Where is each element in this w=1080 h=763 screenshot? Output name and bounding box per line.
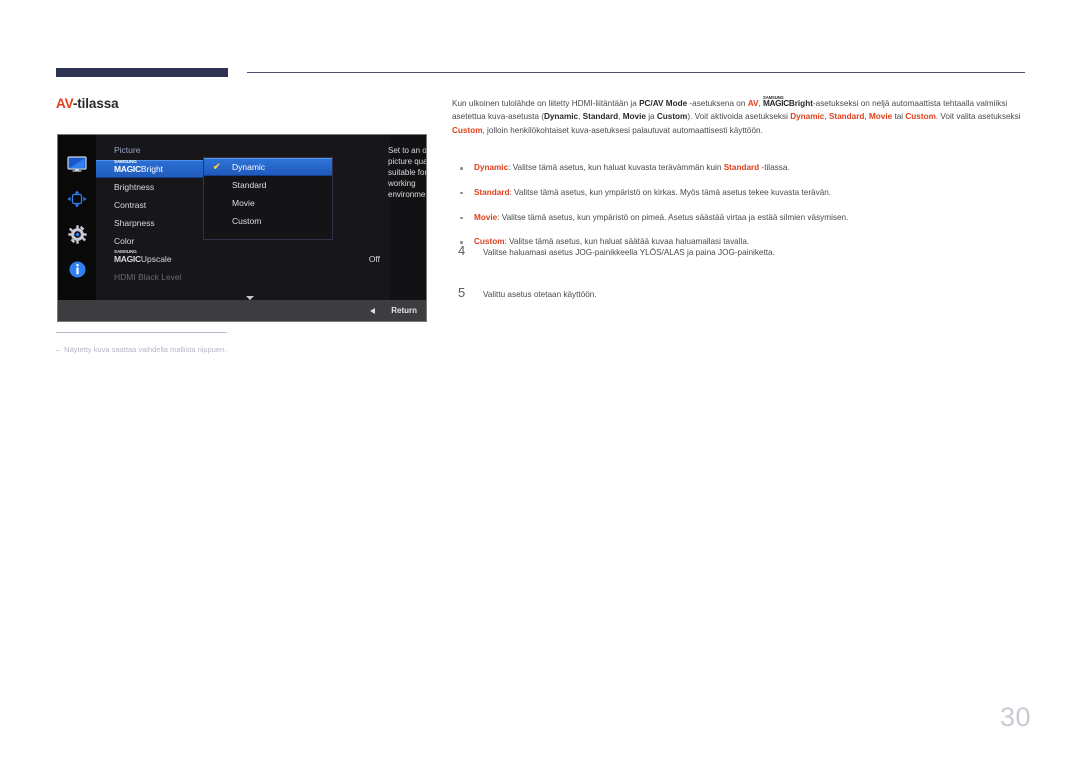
bullet-text: : Valitse tämä asetus, kun ympäristö on … [497,212,849,222]
manual-page: AV-tilassa Picture SAMSUNG MAGIC Bright … [0,0,1080,763]
procedure-steps: 4 Valitse haluamasi asetus JOG-painikkee… [452,243,1026,316]
osd-item-contrast-label: Contrast [114,200,147,210]
intro-part-2: -asetuksena on [687,99,748,108]
bullet-term-2: Standard [723,163,760,172]
intro-opt-3: Movie [622,112,646,122]
osd-submenu-option-movie-label: Movie [232,198,255,208]
intro-opt-5: Dynamic [790,112,825,122]
osd-item-magicupscale-label: MAGICUpscale [114,250,172,264]
osd-submenu-option-custom-label: Custom [232,216,262,226]
osd-icon-rail [58,135,96,302]
step-text: Valitse haluamasi asetus JOG-painikkeell… [483,248,775,257]
step-text: Valittu asetus otetaan käyttöön. [483,290,597,299]
intro-pcav-mode: PC/AV Mode [639,99,688,108]
step-item: 4 Valitse haluamasi asetus JOG-painikkee… [452,243,1026,274]
bullet-text: : Valitse tämä asetus, kun ympäristö on … [509,187,832,197]
list-item: Movie: Valitse tämä asetus, kun ympärist… [452,212,1026,224]
step-number: 5 [458,285,466,300]
osd-help-pane: Set to an optimum picture quality suitab… [388,135,427,302]
osd-help-text: Set to an optimum picture quality suitab… [388,146,427,200]
footnote: ‒ Näytetty kuva saattaa vaihdella mallist… [56,345,226,354]
osd-return-label[interactable]: Return [391,306,417,315]
osd-item-hdmi-black-level[interactable]: HDMI Black Level [96,268,390,286]
bullet-text: : Valitse tämä asetus, kun haluat kuvast… [508,163,724,172]
intro-opt-1: Dynamic [543,112,579,122]
osd-item-hdmi-black-level-label: HDMI Black Level [114,272,182,282]
page-title-rest: -tilassa [72,96,119,111]
step-number: 4 [458,243,466,258]
intro-part-6: . Voit valita asetukseksi [935,112,1021,122]
osd-submenu-option-dynamic-label: Dynamic [232,162,266,172]
footnote-text: Näytetty kuva saattaa vaihdella mallista… [64,345,227,354]
intro-part-5: ). Voit aktivoida asetukseksi [687,112,791,122]
gear-icon[interactable] [66,224,88,244]
footnote-rule [56,332,227,333]
intro-opt-6: Standard [828,112,865,122]
info-icon[interactable] [66,259,88,279]
osd-screenshot: Picture MAGICBright Brightness Contrast [57,134,427,322]
osd-submenu-option-dynamic[interactable]: ✔ Dynamic [204,158,332,176]
intro-opt-9: Custom [452,125,483,135]
intro-paragraph: Kun ulkoinen tulolähde on liitetty HDMI-… [452,95,1026,137]
page-title: AV-tilassa [56,96,119,111]
intro-part-1: Kun ulkoinen tulolähde on liitetty HDMI-… [452,99,640,108]
osd-item-sharpness-label: Sharpness [114,218,155,228]
check-icon: ✔ [213,161,221,172]
bullet-term: Dynamic [474,163,509,172]
intro-opt-2: Standard [582,112,619,122]
intro-opt-7: Movie [868,112,893,122]
osd-item-brightness-label: Brightness [114,182,155,192]
bullet-text-2: -tilassa. [759,163,790,172]
page-title-accent: AV [56,96,73,111]
osd-submenu-magicbright: ✔ Dynamic Standard Movie Custom [203,157,333,240]
monitor-icon[interactable] [66,154,88,174]
osd-submenu-option-standard-label: Standard [232,180,267,190]
header-rule-thick [56,68,228,77]
list-item: Dynamic: Valitse tämä asetus, kun haluat… [452,162,1026,174]
osd-menu-title: Picture [114,145,141,155]
osd-item-magicupscale-value: Off [368,254,380,264]
header-rule-thin [247,72,1025,73]
osd-item-magicbright-label: MAGICBright [114,160,163,174]
step-item: 5 Valittu asetus otetaan käyttöön. [452,285,1026,316]
bullet-term: Standard [474,187,510,197]
osd-submenu-option-movie[interactable]: Movie [204,194,332,212]
back-arrow-icon[interactable] [370,307,376,314]
osd-item-color-label: Color [114,236,135,246]
bullet-term: Movie [474,212,498,222]
intro-av: AV [747,99,759,108]
footnote-dash: ‒ [56,345,61,354]
osd-submenu-option-standard[interactable]: Standard [204,176,332,194]
intro-part-7: , jolloin henkilökohtaiset kuva-asetukse… [482,125,763,135]
joystick-icon[interactable] [66,189,88,209]
intro-opt-8: Custom [905,112,936,122]
page-number: 30 [999,702,1031,732]
osd-item-magicupscale[interactable]: MAGICUpscale Off [96,250,390,268]
intro-opt-4: Custom [656,112,688,122]
intro-magicbright: MAGICBright [763,95,813,110]
osd-submenu-option-custom[interactable]: Custom [204,212,332,230]
list-item: Standard: Valitse tämä asetus, kun ympär… [452,187,1026,199]
osd-bottom-bar: Return [58,300,426,321]
